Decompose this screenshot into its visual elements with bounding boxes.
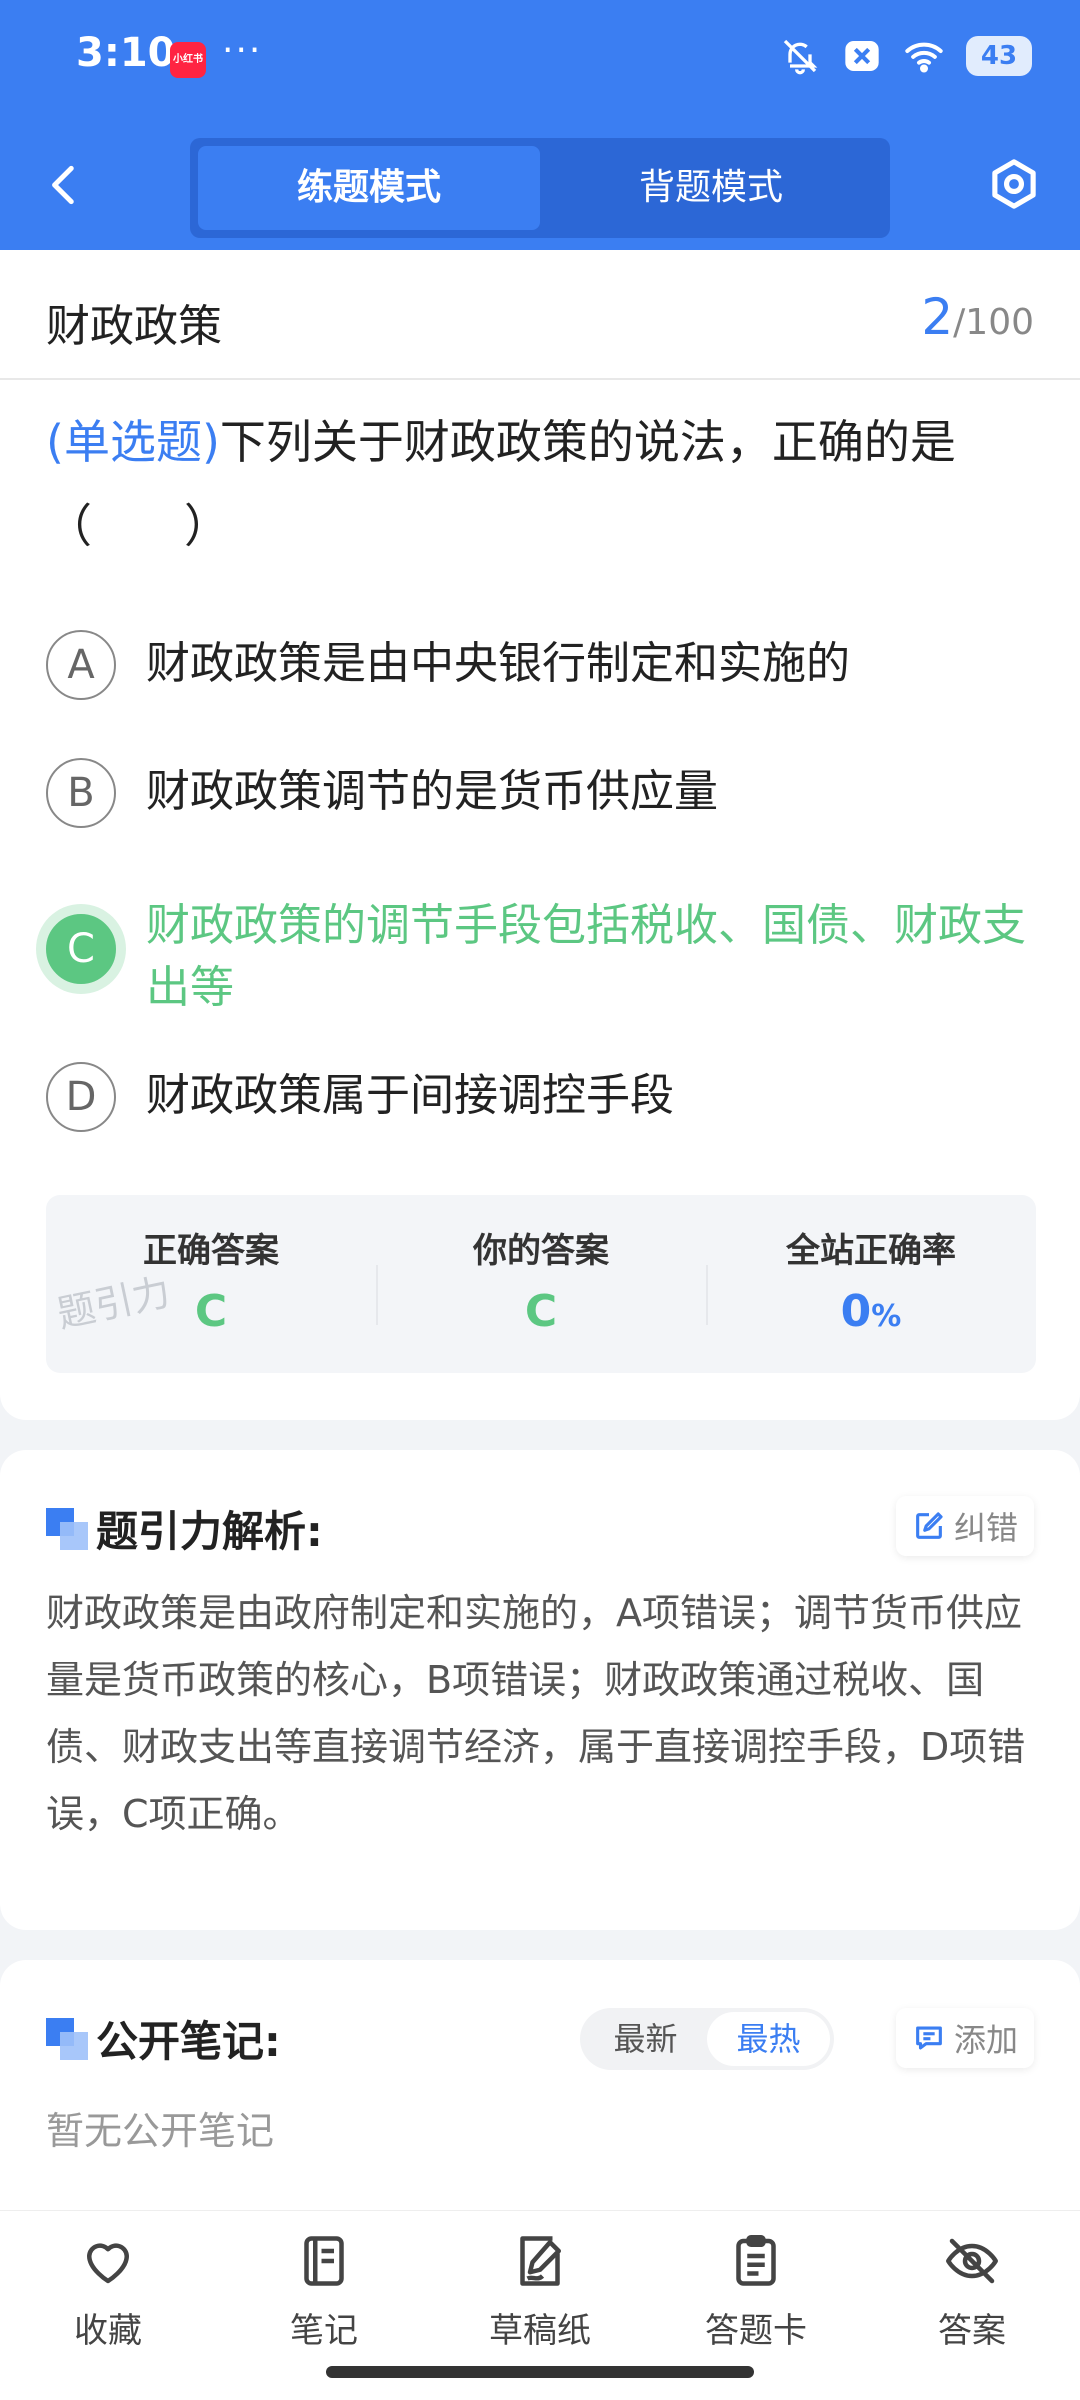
your-answer-value: C xyxy=(524,1286,558,1337)
option-text: 财政政策属于间接调控手段 xyxy=(146,1070,674,1121)
option-b[interactable]: B 财政政策调节的是货币供应量 xyxy=(46,758,1046,828)
answer-sheet-button[interactable]: 答题卡 xyxy=(676,2231,836,2352)
heart-icon xyxy=(87,2243,129,2284)
answer-summary: 正确答案 C 你的答案 C 全站正确率 0% xyxy=(46,1195,1036,1373)
your-answer-label: 你的答案 xyxy=(473,1231,609,1271)
status-bar: 3:10 小红书 ··· 43 xyxy=(0,0,1080,120)
correct-answer-label: 正确答案 xyxy=(143,1231,279,1271)
nav-bar: 练题模式 背题模式 xyxy=(0,130,1080,240)
edit-icon xyxy=(916,1512,943,1539)
home-indicator[interactable] xyxy=(326,2366,754,2378)
total-questions: /100 xyxy=(953,302,1034,343)
notes-sort-toggle: 最新 最热 xyxy=(580,2008,834,2070)
question-counter: 2/100 xyxy=(921,288,1034,346)
draft-paper-button[interactable]: 草稿纸 xyxy=(460,2231,620,2352)
notebook-icon xyxy=(304,2236,344,2286)
site-accuracy-unit: % xyxy=(871,1299,902,1334)
show-answer-button[interactable]: 答案 xyxy=(892,2231,1052,2352)
close-box-icon xyxy=(845,41,879,71)
question-header: 财政政策 2/100 xyxy=(0,250,1080,380)
subject-title: 财政政策 xyxy=(46,301,222,352)
sort-hottest[interactable]: 最热 xyxy=(707,2012,830,2066)
option-letter: C xyxy=(46,914,116,984)
option-letter: A xyxy=(46,630,116,700)
bell-off-icon xyxy=(783,39,818,75)
add-note-button[interactable]: 添加 xyxy=(895,2008,1034,2068)
current-question-number: 2 xyxy=(921,288,954,346)
show-answer-label: 答案 xyxy=(938,2311,1006,2351)
answer-sheet-label: 答题卡 xyxy=(705,2311,807,2351)
analysis-text: 财政政策是由政府制定和实施的，A项错误；调节货币供应量是货币政策的核心，B项错误… xyxy=(46,1591,1026,1836)
option-a[interactable]: A 财政政策是由中央银行制定和实施的 xyxy=(46,630,1046,700)
back-arrow-icon[interactable] xyxy=(40,160,90,210)
section-square-icon xyxy=(46,2018,88,2060)
battery-indicator: 43 xyxy=(966,36,1032,76)
question-card: 财政政策 2/100 (单选题)下列关于财政政策的说法，正确的是（ ） A 财政… xyxy=(0,250,1080,1420)
option-letter: D xyxy=(46,1062,116,1132)
option-text: 财政政策是由中央银行制定和实施的 xyxy=(146,638,850,689)
empty-notes-text: 暂无公开笔记 xyxy=(46,2109,275,2153)
option-letter: B xyxy=(46,758,116,828)
settings-icon[interactable] xyxy=(986,156,1042,212)
tab-memorize-mode[interactable]: 背题模式 xyxy=(540,146,882,230)
your-answer: 你的答案 C xyxy=(376,1195,706,1373)
notes-title: 公开笔记: xyxy=(96,2017,281,2066)
add-note-label: 添加 xyxy=(953,2021,1018,2059)
more-notifications-icon: ··· xyxy=(222,30,263,71)
notes-label: 笔记 xyxy=(290,2311,358,2351)
analysis-card: 题引力解析: 纠错 财政政策是由政府制定和实施的，A项错误；调节货币供应量是货币… xyxy=(0,1450,1080,1930)
tab-practice-mode[interactable]: 练题模式 xyxy=(198,146,540,230)
option-text: 财政政策的调节手段包括税收、国债、财政支出等 xyxy=(146,900,1026,1013)
sort-newest[interactable]: 最新 xyxy=(584,2012,707,2066)
site-accuracy-value: 0% xyxy=(706,1286,1036,1337)
question-stem: (单选题)下列关于财政政策的说法，正确的是（ ） xyxy=(46,400,1046,568)
site-accuracy-number: 0 xyxy=(840,1286,872,1337)
draft-paper-icon xyxy=(520,2236,561,2286)
option-c[interactable]: C 财政政策的调节手段包括税收、国债、财政支出等 xyxy=(46,892,1046,1019)
draft-paper-label: 草稿纸 xyxy=(489,2311,591,2351)
option-d[interactable]: D 财政政策属于间接调控手段 xyxy=(46,1062,1046,1132)
favorite-label: 收藏 xyxy=(74,2311,142,2351)
message-edit-icon xyxy=(916,2026,942,2050)
status-time: 3:10 xyxy=(76,30,176,76)
question-type: (单选题) xyxy=(46,415,220,469)
top-header: 3:10 小红书 ··· 43 练题模式 背题模式 xyxy=(0,0,1080,250)
notes-card: 公开笔记: 最新 最热 添加 暂无公开笔记 xyxy=(0,1960,1080,2210)
wifi-icon xyxy=(905,42,943,73)
analysis-title: 题引力解析: xyxy=(96,1507,323,1556)
site-accuracy: 全站正确率 0% xyxy=(706,1195,1036,1373)
report-error-button[interactable]: 纠错 xyxy=(895,1496,1034,1556)
eye-off-icon xyxy=(946,2238,998,2284)
option-text: 财政政策调节的是货币供应量 xyxy=(146,766,718,817)
xiaohongshu-notification-icon: 小红书 xyxy=(170,42,206,78)
section-square-icon xyxy=(46,1508,88,1550)
answer-sheet-icon xyxy=(736,2235,776,2286)
notes-button[interactable]: 笔记 xyxy=(244,2231,404,2352)
mode-switch: 练题模式 背题模式 xyxy=(190,138,890,238)
report-error-label: 纠错 xyxy=(953,1509,1018,1547)
favorite-button[interactable]: 收藏 xyxy=(28,2231,188,2352)
site-accuracy-label: 全站正确率 xyxy=(786,1231,956,1271)
